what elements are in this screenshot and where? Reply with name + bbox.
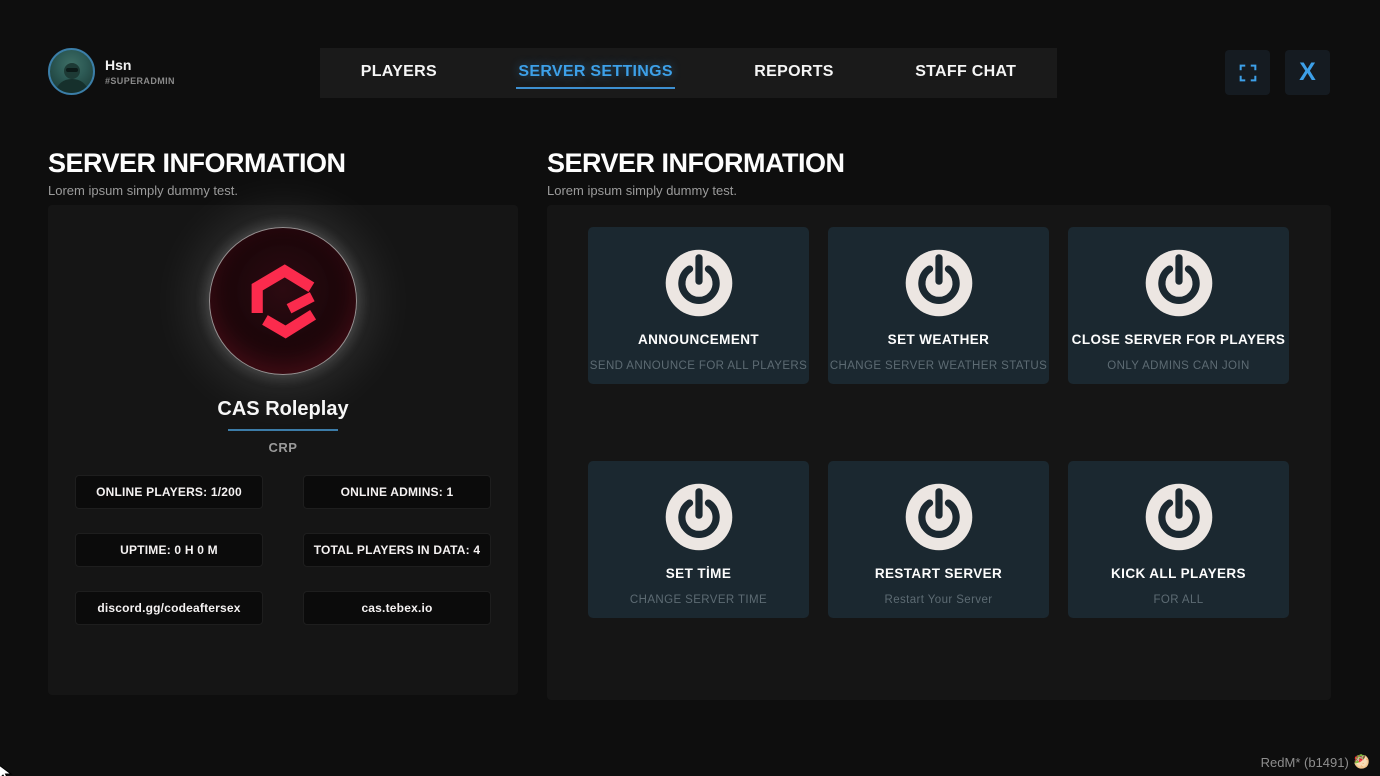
avatar: [48, 48, 95, 95]
tab-reports[interactable]: REPORTS: [752, 57, 835, 89]
action-kick-all-players[interactable]: KICK ALL PLAYERS FOR ALL: [1068, 461, 1289, 618]
action-subtitle: SEND ANNOUNCE FOR ALL PLAYERS: [590, 360, 807, 372]
stat-uptime[interactable]: UPTIME: 0 H 0 M: [75, 533, 263, 567]
action-subtitle: FOR ALL: [1153, 594, 1203, 606]
server-stats: ONLINE PLAYERS: 1/200 ONLINE ADMINS: 1 U…: [75, 475, 491, 625]
server-settings-title: SERVER INFORMATION: [547, 148, 845, 179]
server-info-subtitle: Lorem ipsum simply dummy test.: [48, 183, 346, 198]
watermark-emoji-icon: 🥙: [1354, 754, 1370, 770]
action-subtitle: CHANGE SERVER WEATHER STATUS: [830, 360, 1047, 372]
close-button[interactable]: X: [1285, 50, 1330, 95]
tab-server-settings[interactable]: SERVER SETTINGS: [516, 57, 674, 89]
fullscreen-corners-icon: [1237, 62, 1259, 84]
action-restart-server[interactable]: RESTART SERVER Restart Your Server: [828, 461, 1049, 618]
main-nav: PLAYERS SERVER SETTINGS REPORTS STAFF CH…: [320, 48, 1057, 98]
action-title: KICK ALL PLAYERS: [1111, 566, 1246, 581]
action-title: CLOSE SERVER FOR PLAYERS: [1072, 332, 1286, 347]
server-info-header: SERVER INFORMATION Lorem ipsum simply du…: [48, 148, 346, 198]
action-title: ANNOUNCEMENT: [638, 332, 759, 347]
action-title: SET WEATHER: [888, 332, 990, 347]
user-chip: Hsn #SUPERADMIN: [48, 48, 175, 95]
cas-logo-icon: [240, 258, 326, 344]
power-icon: [1143, 481, 1215, 553]
action-subtitle: CHANGE SERVER TIME: [630, 594, 767, 606]
user-name: Hsn: [105, 57, 175, 73]
action-title: SET TİME: [666, 566, 731, 581]
action-set-time[interactable]: SET TİME CHANGE SERVER TIME: [588, 461, 809, 618]
server-name: CAS Roleplay: [217, 398, 348, 421]
action-set-weather[interactable]: SET WEATHER CHANGE SERVER WEATHER STATUS: [828, 227, 1049, 384]
server-info-title: SERVER INFORMATION: [48, 148, 346, 179]
tab-staff-chat[interactable]: STAFF CHAT: [913, 57, 1018, 89]
server-name-underline: [228, 429, 338, 431]
stat-online-admins[interactable]: ONLINE ADMINS: 1: [303, 475, 491, 509]
redm-watermark: RedM* (b1491) 🥙: [1261, 754, 1370, 770]
power-icon: [903, 481, 975, 553]
action-subtitle: ONLY ADMINS CAN JOIN: [1107, 360, 1249, 372]
stat-discord-link[interactable]: discord.gg/codeaftersex: [75, 591, 263, 625]
stat-tebex-link[interactable]: cas.tebex.io: [303, 591, 491, 625]
server-settings-subtitle: Lorem ipsum simply dummy test.: [547, 183, 845, 198]
fullscreen-button[interactable]: [1225, 50, 1270, 95]
server-info-panel: CAS Roleplay CRP ONLINE PLAYERS: 1/200 O…: [48, 205, 518, 695]
watermark-text: RedM* (b1491): [1261, 755, 1349, 770]
stat-total-players[interactable]: TOTAL PLAYERS IN DATA: 4: [303, 533, 491, 567]
mouse-cursor-icon: [0, 763, 13, 776]
action-close-server[interactable]: CLOSE SERVER FOR PLAYERS ONLY ADMINS CAN…: [1068, 227, 1289, 384]
user-role: #SUPERADMIN: [105, 76, 175, 86]
person-silhouette-icon: [52, 59, 92, 95]
power-icon: [903, 247, 975, 319]
power-icon: [663, 481, 735, 553]
action-title: RESTART SERVER: [875, 566, 1002, 581]
power-icon: [1143, 247, 1215, 319]
tab-players[interactable]: PLAYERS: [359, 57, 439, 89]
server-code: CRP: [269, 440, 298, 455]
action-announcement[interactable]: ANNOUNCEMENT SEND ANNOUNCE FOR ALL PLAYE…: [588, 227, 809, 384]
stat-online-players[interactable]: ONLINE PLAYERS: 1/200: [75, 475, 263, 509]
action-subtitle: Restart Your Server: [885, 594, 993, 606]
server-settings-header: SERVER INFORMATION Lorem ipsum simply du…: [547, 148, 845, 198]
server-settings-panel: ANNOUNCEMENT SEND ANNOUNCE FOR ALL PLAYE…: [547, 205, 1331, 700]
server-logo: [209, 227, 357, 375]
power-icon: [663, 247, 735, 319]
